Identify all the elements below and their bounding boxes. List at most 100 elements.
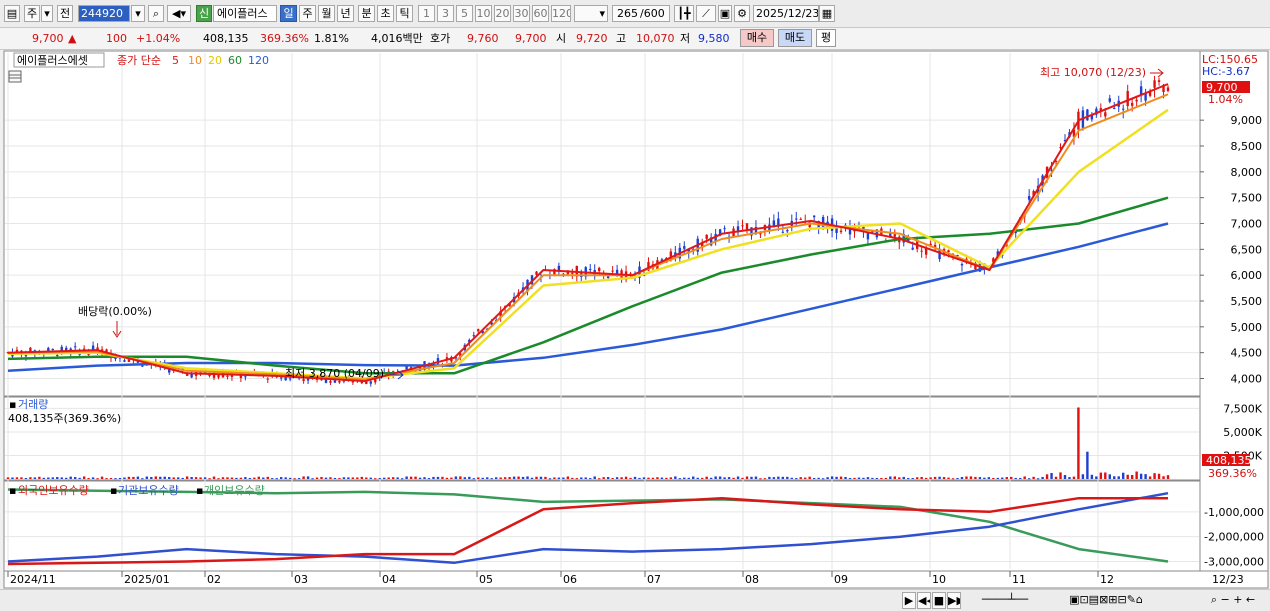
stop-icon[interactable]: ■ (932, 592, 946, 609)
volume-bar (409, 476, 413, 479)
window-menu-icon[interactable]: ▤ (4, 5, 20, 22)
volume-bar (597, 478, 601, 480)
interval-120[interactable]: 120 (551, 5, 571, 22)
x-tick-label: 07 (647, 573, 661, 586)
interval-1[interactable]: 1 (418, 5, 435, 22)
volume-bar (315, 477, 319, 479)
chevron-down-icon[interactable]: ▾ (41, 5, 53, 22)
prev-button[interactable]: 전 (57, 5, 73, 22)
interval-10[interactable]: 10 (475, 5, 492, 22)
volume-bar (33, 477, 37, 479)
stock-code-input[interactable]: 244920 (78, 5, 130, 22)
volume-bar (176, 477, 180, 479)
volume-bar (1077, 407, 1080, 479)
period-minute[interactable]: 분 (358, 5, 375, 22)
volume-bar (163, 476, 166, 479)
interval-3[interactable]: 3 (437, 5, 454, 22)
volume-bar (459, 476, 462, 479)
zoom-controls-icon[interactable]: ⌕ − + ← (1198, 592, 1268, 609)
period-tick[interactable]: 틱 (396, 5, 413, 22)
eval-button[interactable]: 평 (816, 29, 836, 47)
table-icon[interactable] (8, 70, 22, 83)
count-input[interactable]: 265 (612, 5, 640, 22)
volume-bar (651, 477, 655, 479)
volume-bar (400, 478, 404, 480)
low-label: 저 (680, 32, 691, 45)
volume-bar (915, 477, 919, 479)
volume-bar (248, 477, 252, 479)
fast-forward-icon[interactable]: ▶▶ (947, 592, 961, 609)
volume-bar (454, 476, 458, 479)
high-label: 고 (616, 32, 627, 45)
speaker-icon[interactable]: ◀▾ (167, 5, 191, 22)
volume-bar (1068, 477, 1071, 479)
search-icon[interactable]: ⌕ (148, 5, 164, 22)
candle-body (947, 250, 950, 253)
holdings-y-tick-label: -1,000,000 (1204, 506, 1264, 519)
volume-bar (338, 478, 341, 480)
period-year[interactable]: 년 (337, 5, 354, 22)
volume-bar (472, 478, 475, 480)
period-month[interactable]: 월 (318, 5, 335, 22)
volume-bar (665, 477, 668, 479)
legend-ma-10: 10 (188, 54, 202, 67)
stock-chart[interactable]: 9,000 8,500 8,000 7,500 7,000 6,500 6,000 5,500… (0, 49, 1270, 589)
volume-bar (378, 478, 381, 480)
x-tick-label: 10 (932, 573, 946, 586)
volume-bar (718, 476, 722, 479)
candle-body (597, 267, 601, 272)
volume-bar (60, 477, 63, 479)
dividend-annotation: 배당락(0.00%) (78, 305, 152, 318)
volume-bar (1157, 473, 1161, 479)
volume-bar (548, 478, 552, 480)
volume-bar (1126, 474, 1129, 479)
volume-bar (777, 476, 780, 479)
volume-y-tick-label: 7,500K (1223, 402, 1262, 415)
date-input[interactable]: 2025/12/23 (753, 5, 819, 22)
volume-bar (69, 476, 72, 479)
rewind-icon[interactable]: ◀◀ (917, 592, 931, 609)
volume-bar (571, 477, 574, 479)
chart-tools-icon[interactable]: ▣⊡▤⊠⊞⊟✎⌂ (1046, 592, 1166, 609)
chevron-down-icon[interactable]: ▾ (131, 5, 145, 22)
zoom-slider[interactable]: ────┴── (970, 592, 1040, 609)
interval-60[interactable]: 60 (532, 5, 549, 22)
volume-bar (647, 477, 650, 479)
scroll-left-icon[interactable]: ▶ (902, 592, 916, 609)
candle-body (741, 225, 744, 227)
period-day[interactable]: 일 (280, 5, 297, 22)
volume-bar (602, 477, 605, 479)
buy-button[interactable]: 매수 (740, 29, 774, 47)
candle-style-icon[interactable]: ┃╋ (674, 5, 694, 22)
candle-body (705, 234, 708, 239)
period-week[interactable]: 주 (299, 5, 316, 22)
volume-bar (857, 477, 861, 479)
volume-bar (530, 477, 534, 479)
candle-body (24, 355, 28, 357)
volume-bar (436, 476, 440, 479)
interval-20[interactable]: 20 (494, 5, 511, 22)
custom-interval-select[interactable]: ▾ (574, 5, 608, 22)
quote-bar (0, 28, 1270, 50)
price-y-tick-label: 9,000 (1231, 114, 1263, 127)
period-second[interactable]: 초 (377, 5, 394, 22)
candle-body (772, 220, 776, 226)
volume-bar (65, 477, 68, 479)
draw-line-icon[interactable]: ⟋ (696, 5, 716, 22)
volume-bar (566, 476, 570, 479)
calendar-icon[interactable]: ▦ (819, 5, 835, 22)
interval-30[interactable]: 30 (513, 5, 530, 22)
x-tick-label: 11 (1012, 573, 1026, 586)
save-icon[interactable]: ▣ (718, 5, 732, 22)
interval-5[interactable]: 5 (456, 5, 473, 22)
volume-bar (1023, 476, 1026, 479)
volume-bar (866, 477, 870, 479)
market-select[interactable]: 주 (24, 5, 40, 22)
gear-icon[interactable]: ⚙ (734, 5, 750, 22)
x-end-label: 12/23 (1212, 573, 1244, 586)
sell-button[interactable]: 매도 (778, 29, 812, 47)
volume-bar (974, 476, 977, 479)
volume-bar (965, 476, 968, 479)
volume-bar (150, 477, 153, 479)
volume-bar (933, 476, 937, 479)
